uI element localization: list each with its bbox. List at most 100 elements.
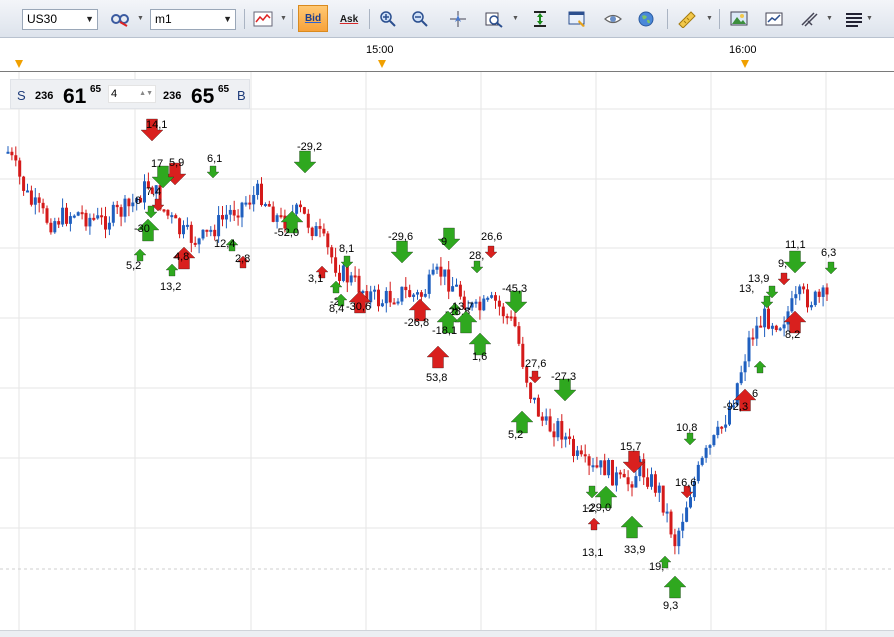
trade-pnl-label: 7,4 [146, 186, 161, 198]
crosshair-button[interactable] [444, 7, 472, 31]
candle [22, 176, 26, 191]
sell-price-prefix[interactable]: 236 [35, 90, 53, 102]
chevron-down-icon: ▼ [85, 14, 94, 24]
candle [349, 275, 353, 283]
time-marker[interactable] [741, 60, 749, 68]
spinner-icon[interactable]: ▲▼ [139, 86, 153, 102]
candle [33, 197, 37, 205]
candle [704, 447, 708, 458]
view-button[interactable] [599, 7, 627, 31]
candle [521, 343, 525, 367]
candle [306, 213, 310, 228]
candle [326, 233, 330, 248]
candle [111, 204, 115, 223]
time-marker[interactable] [378, 60, 386, 68]
chart-area[interactable]: 14,1 -29,2 6,1 5,9 -30 17 7,4 6 5,2 4,8 13,2 12,4 2,… [0, 72, 894, 637]
trade-pnl-label: 19, [649, 561, 664, 573]
zoom-out-button[interactable] [406, 7, 434, 31]
drawing-tools-button[interactable] [795, 7, 823, 31]
trade-pnl-label: 6,3 [821, 247, 836, 259]
autoscale-button[interactable] [526, 7, 554, 31]
candle [76, 212, 80, 216]
chevron-down-icon[interactable]: ▼ [280, 15, 287, 22]
candle [72, 215, 76, 218]
zoom-in-button[interactable] [374, 7, 402, 31]
trade-pnl-label: 5,9 [169, 157, 184, 169]
candle [630, 484, 634, 488]
chevron-down-icon[interactable]: ▼ [706, 15, 713, 22]
ask-button[interactable]: Ask [334, 7, 364, 31]
data-window-button[interactable] [480, 7, 508, 31]
menu-button[interactable] [840, 7, 868, 31]
timeframe-value: m1 [155, 12, 172, 26]
amount-input[interactable]: 4 ▲▼ [108, 85, 156, 103]
candle [806, 289, 809, 308]
trade-pnl-label: -29,0 [586, 502, 611, 514]
bid-label: Bid [304, 13, 322, 24]
trade-pnl-label: 12,4 [214, 238, 235, 250]
candle [338, 272, 341, 281]
candle [724, 424, 728, 428]
candle [634, 476, 638, 488]
ruler-button[interactable] [673, 7, 701, 31]
candle [57, 221, 61, 225]
candle [677, 530, 681, 547]
timeframe-select[interactable]: m1 ▼ [150, 9, 236, 30]
trade-pnl-label: 5,2 [508, 429, 523, 441]
time-marker[interactable] [15, 60, 23, 68]
sell-button[interactable]: S [17, 88, 26, 103]
template-button[interactable] [760, 7, 788, 31]
chevron-down-icon[interactable]: ▼ [512, 15, 519, 22]
buy-button[interactable]: B [237, 88, 246, 103]
candle [345, 265, 349, 283]
symbol-settings-button[interactable] [106, 7, 134, 31]
candle [568, 436, 572, 439]
candle [49, 222, 53, 233]
candle [388, 290, 392, 303]
chart-type-button[interactable] [249, 7, 277, 31]
sell-price-main[interactable]: 61 [63, 85, 86, 109]
candle [341, 265, 345, 281]
symbol-select[interactable]: US30 ▼ [22, 9, 98, 30]
trade-pnl-label: 10,8 [676, 422, 697, 434]
candle [564, 436, 568, 440]
sell-trade-arrow [683, 432, 697, 446]
candle [115, 204, 119, 208]
candle [427, 274, 431, 294]
candle [330, 247, 334, 258]
buy-trade-arrow [620, 515, 644, 539]
chevron-down-icon[interactable]: ▼ [137, 15, 144, 22]
candle [540, 416, 544, 421]
candle [353, 275, 357, 278]
sell-price-pips[interactable]: 65 [90, 84, 101, 95]
buy-price-prefix[interactable]: 236 [163, 90, 181, 102]
price-chart[interactable]: 14,1 -29,2 6,1 5,9 -30 17 7,4 6 5,2 4,8 13,2 12,42,… [0, 72, 894, 637]
candle [314, 226, 318, 237]
trade-pnl-label: 5,2 [126, 260, 141, 272]
candle [392, 302, 396, 305]
chevron-down-icon[interactable]: ▼ [826, 15, 833, 22]
trade-pnl-label: 27,6 [525, 358, 546, 370]
candle [104, 216, 107, 230]
candle [178, 218, 182, 235]
candle [458, 284, 462, 297]
candle [377, 289, 380, 307]
candle [201, 229, 205, 239]
candle [279, 215, 283, 218]
candle [455, 284, 458, 287]
horizontal-scrollbar[interactable] [0, 630, 894, 637]
chevron-down-icon[interactable]: ▼ [866, 15, 873, 22]
candle [357, 275, 361, 293]
candle [743, 361, 747, 373]
candle [248, 202, 252, 205]
candle [689, 497, 692, 508]
candle [591, 465, 595, 468]
buy-price-main[interactable]: 65 [191, 85, 214, 109]
candle [318, 226, 322, 229]
bid-button[interactable]: Bid [298, 5, 328, 32]
buy-price-pips[interactable]: 65 [218, 84, 229, 95]
properties-button[interactable] [563, 7, 591, 31]
globe-button[interactable] [632, 7, 660, 31]
background-image-button[interactable] [725, 7, 753, 31]
trade-pnl-label: 53,8 [426, 372, 447, 384]
